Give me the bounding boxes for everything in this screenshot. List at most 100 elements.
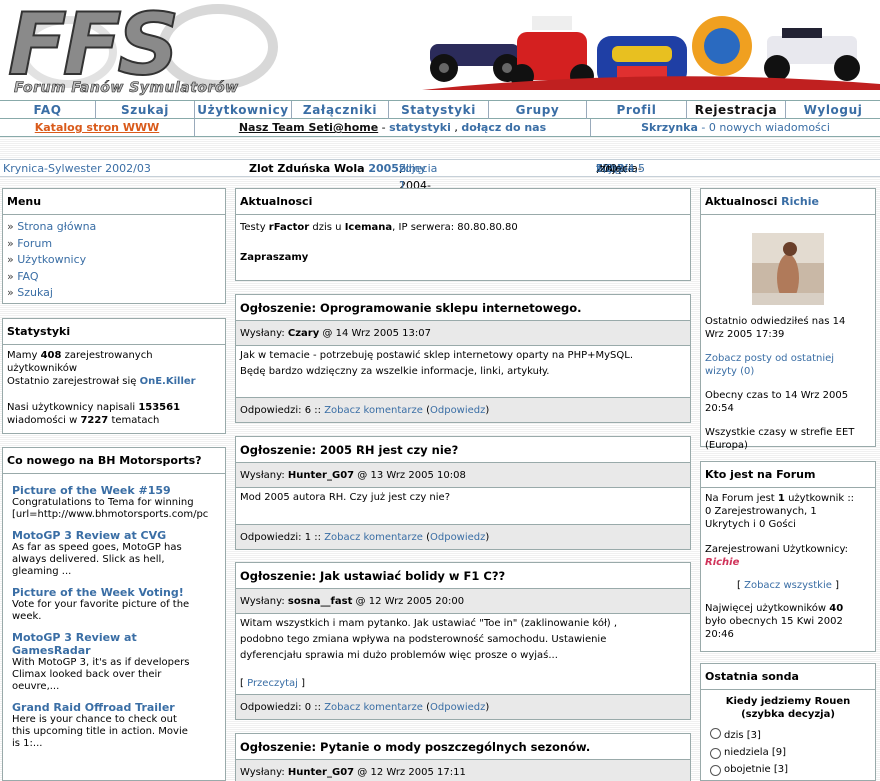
post-body-line: dyferencjału sprawia mi dużo problemów w… (240, 650, 558, 661)
akt-iceman: Icemana (344, 222, 393, 233)
post-box: Ogłoszenie: 2005 RH jest czy nie? Wysłany… (235, 436, 691, 550)
bh-news-link[interactable]: Picture of the Week Voting! (12, 586, 225, 599)
sub-nav: Katalog stron WWW Nasz Team Seti@home - … (0, 119, 880, 137)
bh-news-text: Congratulations to Tema for winning (12, 497, 194, 508)
inbox-count: - 0 nowych wiadomości (697, 121, 830, 134)
bh-news-text: gleaming ... (12, 566, 72, 577)
read-more-link[interactable]: Przeczytaj (247, 678, 298, 689)
bh-news-link[interactable]: MotoGP 3 Review at (12, 631, 225, 644)
post-body: Witam wszystkich i mam pytanko. Jak usta… (236, 614, 690, 694)
online-count-line: Na Forum jest 1 użytkownik :: (705, 492, 871, 505)
reply-link[interactable]: Odpowiedz (430, 532, 485, 543)
menu-item[interactable]: » Użytkownicy (7, 252, 221, 269)
post-meta-label: Wysłany: (240, 470, 288, 481)
nav-profil[interactable]: Profil (587, 101, 687, 119)
post-meta: Wysłany: Czary @ 14 Wrz 2005 13:07 (236, 321, 690, 346)
stats-text: Mamy (7, 350, 41, 361)
menu-item[interactable]: » Forum (7, 236, 221, 253)
bh-news-link[interactable]: Grand Raid Offroad Trailer (12, 701, 225, 714)
events-bar: Krynica-Sylwester 2002/03 Zlot Zduńska W… (0, 159, 880, 192)
see-all-row: [ Zobacz wszystkie ] (737, 580, 839, 591)
menu-item[interactable]: » FAQ (7, 269, 221, 286)
menu-item[interactable]: » Szukaj (7, 285, 221, 302)
post-title[interactable]: Ogłoszenie: Pytanie o mody poszczególnyc… (236, 734, 690, 760)
bh-news-link[interactable]: MotoGP 3 Review at CVG (12, 529, 225, 542)
reply-link[interactable]: Odpowiedz (430, 702, 485, 713)
poll-radio[interactable] (710, 765, 721, 776)
post-meta-label: Wysłany: (240, 767, 288, 778)
poll-option[interactable]: niedziela [9] (710, 744, 875, 761)
menu-bullet: » (7, 286, 18, 299)
see-all-link[interactable]: Zobacz wszystkie (744, 580, 832, 591)
last-user-link[interactable]: OnE.Killer (140, 376, 196, 387)
menu-item-label: Strona główna (17, 220, 97, 233)
team-stats-link[interactable]: statystyki (389, 121, 451, 134)
team-join-link[interactable]: dołącz do nas (461, 121, 546, 134)
nav-faq[interactable]: FAQ (0, 101, 96, 119)
online-registered-label: Zarejestrowani Użytkownicy: (705, 544, 849, 555)
post-author[interactable]: Hunter_G07 (288, 767, 354, 778)
stats-text: tematach (108, 415, 160, 426)
nav-u-ytkownicy[interactable]: Użytkownicy (195, 101, 292, 119)
post-title[interactable]: Ogłoszenie: Jak ustawiać bolidy w F1 C?? (236, 563, 690, 589)
timezone: Wszystkie czasy w strefie EET (Europa) (705, 426, 871, 452)
stats-body: Mamy 408 zarejestrowanych użytkowników O… (3, 345, 225, 431)
poll-radio[interactable] (710, 748, 721, 759)
post-body-line: Mod 2005 autora RH. Czy już jest czy nie… (240, 492, 451, 503)
ffs-logo[interactable]: FFS Forum Fanów Symulatorów (7, 1, 283, 96)
post-title[interactable]: Ogłoszenie: 2005 RH jest czy nie? (236, 437, 690, 463)
post-author[interactable]: Czary (288, 328, 319, 339)
aktualnosci-invite: Zapraszamy (240, 252, 309, 263)
menu-bullet: » (7, 253, 18, 266)
team-link[interactable]: Nasz Team Seti@home (239, 121, 378, 134)
posts-since-link[interactable]: Zobacz posty od ostatniej wizyty (0) (705, 352, 871, 378)
poll-option[interactable]: obojetnie [3] (710, 761, 875, 778)
comments-link[interactable]: Zobacz komentarze (324, 532, 423, 543)
post-body-line: podobno tego zmiana wpływa na podsterown… (240, 634, 607, 645)
comments-link[interactable]: Zobacz komentarze (324, 405, 423, 416)
online-user-link[interactable]: Richie (705, 556, 871, 569)
nav-szukaj[interactable]: Szukaj (96, 101, 195, 119)
last-visit-line: Wrz 2005 17:39 (705, 329, 785, 340)
reply-link[interactable]: Odpowiedz (430, 405, 485, 416)
bh-news-box: Co nowego na BH Motorsports? Picture of … (2, 447, 226, 781)
richie-title-user[interactable]: Richie (781, 195, 819, 208)
poll-option[interactable]: dzis [3] (710, 727, 875, 744)
nav-grupy[interactable]: Grupy (489, 101, 587, 119)
timezone-line: (Europa) (705, 440, 748, 451)
catalog-link[interactable]: Katalog stron WWW (35, 121, 160, 134)
menu-item[interactable]: » Strona główna (7, 219, 221, 236)
bh-news-link[interactable]: GamesRadar (12, 644, 225, 657)
post-title[interactable]: Ogłoszenie: Oprogramowanie sklepu intern… (236, 295, 690, 321)
nav-statystyki[interactable]: Statystyki (389, 101, 489, 119)
online-text: użytkownik :: (784, 493, 855, 504)
zlot-2005-link[interactable]: 2005 (368, 162, 399, 175)
inbox-cell: Skrzynka - 0 nowych wiadomości (591, 119, 880, 136)
nav-za-czniki[interactable]: Załączniki (292, 101, 389, 119)
post-replies: Odpowiedzi: 1 :: (240, 532, 325, 543)
online-registered-line: 0 Zarejestrowanych, 1 (705, 506, 817, 517)
max-users-text: Najwięcej użytkowników (705, 603, 830, 614)
post-author[interactable]: Hunter_G07 (288, 470, 354, 481)
max-users-count: 40 (829, 603, 844, 614)
bh-news-text: week. (12, 611, 42, 622)
akt-text: dzis u (309, 222, 345, 233)
photos-2002-links[interactable]: 1,2,3,4,5 (596, 160, 645, 177)
bh-news-text: oeuvre,... (12, 681, 60, 692)
menu-title: Menu (3, 189, 225, 215)
posts-since-line: wizyty (0) (705, 366, 755, 377)
bh-news-link[interactable]: Picture of the Week #159 (12, 484, 225, 497)
post-author[interactable]: sosna__fast (288, 596, 352, 607)
team-cell: Nasz Team Seti@home - statystyki , dołąc… (195, 119, 591, 136)
current-time-line: Obecny czas to 14 Wrz 2005 (705, 390, 849, 401)
krynica-link[interactable]: Krynica-Sylwester 2002/03 (3, 160, 151, 177)
comments-link[interactable]: Zobacz komentarze (324, 702, 423, 713)
poll-question: Kiedy jedziemy Rouen (szybka decyzja) (701, 690, 875, 725)
menu-item-label: Użytkownicy (17, 253, 87, 266)
zlot-films-2-link[interactable]: 2 (399, 160, 406, 177)
nav-wyloguj[interactable]: Wyloguj (786, 101, 880, 119)
stats-users-line: Mamy 408 zarejestrowanych użytkowników (7, 349, 221, 375)
inbox-link[interactable]: Skrzynka (641, 121, 698, 134)
nav-rejestracja[interactable]: Rejestracja (687, 101, 786, 119)
poll-radio[interactable] (710, 728, 721, 739)
